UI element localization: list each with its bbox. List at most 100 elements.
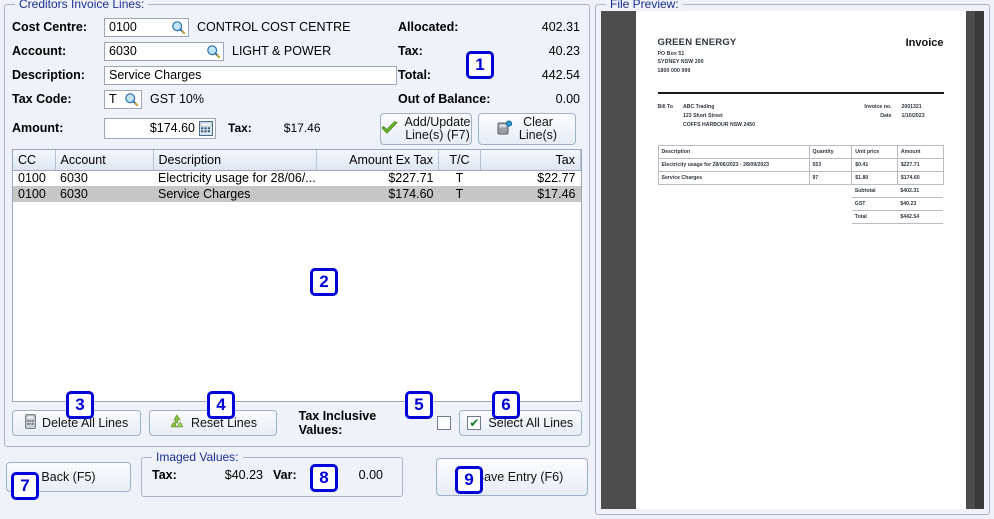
cell-cc: 0100 bbox=[13, 186, 55, 202]
amount-tax-value: $17.46 bbox=[284, 121, 321, 135]
calculator-icon[interactable] bbox=[199, 121, 213, 136]
invoice-subtotal-row: Subtotal $402.31 bbox=[658, 184, 943, 197]
invoice-total-value: $442.54 bbox=[897, 210, 943, 223]
invoice-line-description: Service Charges bbox=[658, 171, 809, 184]
callout-badge-2: 2 bbox=[310, 268, 338, 296]
invoice-total-label: Total bbox=[852, 210, 898, 223]
cost-centre-input[interactable]: 0100 bbox=[104, 18, 189, 37]
invoice-table-header: Description Quantity Unit price Amount bbox=[658, 145, 943, 158]
imaged-tax-value: $40.23 bbox=[225, 468, 263, 482]
tax-inclusive-values-label: Tax Inclusive Values: bbox=[299, 409, 421, 437]
creditors-group-title: Creditors Invoice Lines: bbox=[15, 0, 148, 11]
table-row[interactable]: 0100 6030 Service Charges $174.60 T $17.… bbox=[13, 186, 581, 202]
invoice-line-description: Electricity usage for 28/06/2023 - 28/09… bbox=[658, 158, 809, 171]
invoice-col-unit-price: Unit price bbox=[852, 145, 898, 158]
callout-badge-6: 6 bbox=[492, 391, 520, 419]
invoice-lines-table: CC Account Description Amount Ex Tax T/C… bbox=[13, 150, 581, 202]
account-label: Account: bbox=[12, 44, 104, 58]
invoice-line-unit-price: $1.80 bbox=[852, 171, 898, 184]
tax-code-description: GST 10% bbox=[150, 92, 204, 106]
tax-label: Tax: bbox=[398, 44, 423, 58]
bill-to-city: COFFS HARBOUR NSW 2450 bbox=[683, 122, 755, 128]
callout-badge-9: 9 bbox=[455, 466, 483, 494]
creditors-invoice-lines-group: Creditors Invoice Lines: Cost Centre: 01… bbox=[4, 4, 590, 447]
totals-row-allocated: Allocated: 402.31 bbox=[398, 15, 580, 39]
creditors-invoice-lines-pane: Creditors Invoice Lines: Cost Centre: 01… bbox=[0, 0, 595, 519]
amount-input[interactable]: $174.60 bbox=[104, 118, 216, 139]
out-of-balance-value: 0.00 bbox=[556, 92, 580, 106]
application-window: Creditors Invoice Lines: Cost Centre: 01… bbox=[0, 0, 994, 519]
invoice-line-amount: $227.71 bbox=[897, 158, 943, 171]
company-address-2: SYDNEY NSW 200 bbox=[658, 59, 737, 65]
invoice-gst-row: GST $40.23 bbox=[658, 197, 943, 210]
invoice-lines-grid[interactable]: CC Account Description Amount Ex Tax T/C… bbox=[12, 149, 582, 402]
tax-code-input[interactable]: T bbox=[104, 90, 142, 109]
column-header-description[interactable]: Description bbox=[153, 150, 317, 170]
invoice-no-label: Invoice no. bbox=[864, 104, 891, 110]
file-preview-group: File Preview: GREEN ENERGY PO Box 51 SYD… bbox=[595, 4, 990, 515]
eraser-icon bbox=[497, 120, 513, 138]
invoice-total-row: Total $442.54 bbox=[658, 210, 943, 223]
column-header-tc[interactable]: T/C bbox=[439, 150, 481, 170]
totals-row-out-of-balance: Out of Balance: 0.00 bbox=[398, 87, 580, 111]
total-value: 442.54 bbox=[542, 68, 580, 82]
description-label: Description: bbox=[12, 68, 104, 82]
cell-cc: 0100 bbox=[13, 170, 55, 186]
preview-vertical-scrollbar[interactable] bbox=[975, 11, 984, 509]
clear-lines-button[interactable]: Clear Line(s) bbox=[478, 113, 576, 145]
column-header-cc[interactable]: CC bbox=[13, 150, 55, 170]
column-header-account[interactable]: Account bbox=[55, 150, 153, 170]
bill-to-name: ABC Trading bbox=[683, 104, 755, 110]
cell-tax: $22.77 bbox=[481, 170, 581, 186]
invoice-line-quantity: 553 bbox=[809, 158, 852, 171]
add-update-lines-button[interactable]: Add/Update Line(s) (F7) bbox=[380, 113, 472, 145]
preview-stage[interactable]: GREEN ENERGY PO Box 51 SYDNEY NSW 200 18… bbox=[601, 11, 984, 509]
imaged-values-row: Tax: $40.23 Var: 0.00 bbox=[152, 468, 392, 482]
search-icon[interactable] bbox=[171, 20, 186, 35]
search-icon[interactable] bbox=[124, 92, 139, 107]
select-all-lines-checkbox[interactable]: ✔ bbox=[467, 416, 481, 430]
spacer-cell bbox=[658, 184, 809, 197]
invoice-col-amount: Amount bbox=[897, 145, 943, 158]
invoice-line-quantity: 97 bbox=[809, 171, 852, 184]
cell-tc: T bbox=[439, 170, 481, 186]
bill-to-street: 123 Short Street bbox=[683, 113, 755, 119]
bill-to-lines: ABC Trading 123 Short Street COFFS HARBO… bbox=[683, 104, 755, 131]
line-entry-form: Cost Centre: 0100 CONTROL COST CENTRE Ac… bbox=[12, 15, 582, 143]
out-of-balance-label: Out of Balance: bbox=[398, 92, 490, 106]
table-row[interactable]: 0100 6030 Electricity usage for 28/06/..… bbox=[13, 170, 581, 186]
select-all-lines-button[interactable]: ✔ Select All Lines bbox=[459, 410, 582, 436]
cell-account: 6030 bbox=[55, 170, 153, 186]
account-input[interactable]: 6030 bbox=[104, 42, 224, 61]
amount-value: $174.60 bbox=[150, 121, 199, 135]
tax-code-value: T bbox=[109, 92, 117, 106]
search-icon[interactable] bbox=[206, 44, 221, 59]
cost-centre-value: 0100 bbox=[109, 20, 137, 34]
description-input[interactable]: Service Charges bbox=[104, 66, 397, 85]
clear-lines-label: Clear Line(s) bbox=[519, 116, 557, 142]
company-address-1: PO Box 51 bbox=[658, 51, 737, 57]
imaged-var-label: Var: bbox=[273, 468, 297, 482]
imaged-tax-label: Tax: bbox=[152, 468, 177, 482]
allocated-value: 402.31 bbox=[542, 20, 580, 34]
imaged-var-value: 0.00 bbox=[359, 468, 383, 482]
cell-description: Service Charges bbox=[153, 186, 317, 202]
cell-tax: $17.46 bbox=[481, 186, 581, 202]
recycle-icon bbox=[169, 414, 185, 432]
cost-centre-description: CONTROL COST CENTRE bbox=[197, 20, 351, 34]
invoice-line-amount: $174.60 bbox=[897, 171, 943, 184]
column-header-amount-ex-tax[interactable]: Amount Ex Tax bbox=[317, 150, 439, 170]
tax-inclusive-values-checkbox[interactable] bbox=[437, 416, 451, 430]
invoice-document: GREEN ENERGY PO Box 51 SYDNEY NSW 200 18… bbox=[636, 11, 966, 509]
allocated-label: Allocated: bbox=[398, 20, 458, 34]
invoice-meta-block: Invoice no. 2001321 Date 1/10/2023 bbox=[864, 104, 943, 131]
column-header-tax[interactable]: Tax bbox=[481, 150, 581, 170]
account-value: 6030 bbox=[109, 44, 137, 58]
file-preview-title: File Preview: bbox=[606, 0, 683, 11]
invoice-subtotal-value: $402.31 bbox=[897, 184, 943, 197]
green-check-icon bbox=[381, 121, 398, 138]
add-update-lines-label: Add/Update Line(s) (F7) bbox=[404, 116, 470, 142]
amount-label: Amount: bbox=[12, 121, 104, 135]
invoice-col-description: Description bbox=[658, 145, 809, 158]
invoice-title: Invoice bbox=[906, 37, 944, 49]
